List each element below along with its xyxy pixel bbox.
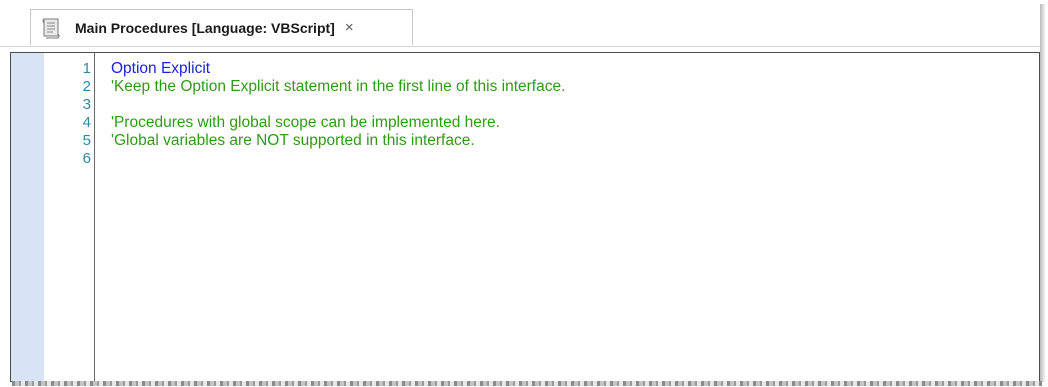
code-line[interactable]: Option Explicit: [111, 60, 210, 78]
torn-edge-shadow: [1040, 4, 1046, 382]
code-line[interactable]: 'Procedures with global scope can be imp…: [111, 114, 500, 132]
close-icon[interactable]: ×: [345, 20, 354, 35]
code-line[interactable]: 'Keep the Option Explicit statement in t…: [111, 78, 565, 96]
code-editor[interactable]: 1 2 3 4 5 6 Option Explicit 'Keep the Op…: [10, 52, 1040, 382]
line-number: 6: [82, 150, 91, 167]
line-number-gutter: 1 2 3 4 5 6: [44, 53, 95, 381]
code-line[interactable]: 'Global variables are NOT supported in t…: [111, 132, 475, 150]
line-number: 2: [82, 78, 91, 95]
tab-strip: Main Procedures [Language: VBScript] ×: [0, 0, 1040, 47]
script-document-icon: [42, 18, 60, 38]
tab-title: Main Procedures [Language: VBScript]: [75, 19, 335, 36]
line-number: 3: [82, 96, 91, 113]
line-number: 5: [82, 132, 91, 149]
code-area[interactable]: Option Explicit 'Keep the Option Explici…: [95, 53, 1039, 381]
tab-main-procedures[interactable]: Main Procedures [Language: VBScript] ×: [30, 9, 413, 45]
editor-window: Main Procedures [Language: VBScript] × 1…: [0, 0, 1048, 387]
line-number: 4: [82, 114, 91, 131]
torn-edge-bottom: [12, 381, 1042, 386]
bookmark-margin[interactable]: [11, 53, 44, 381]
line-number: 1: [82, 60, 91, 77]
